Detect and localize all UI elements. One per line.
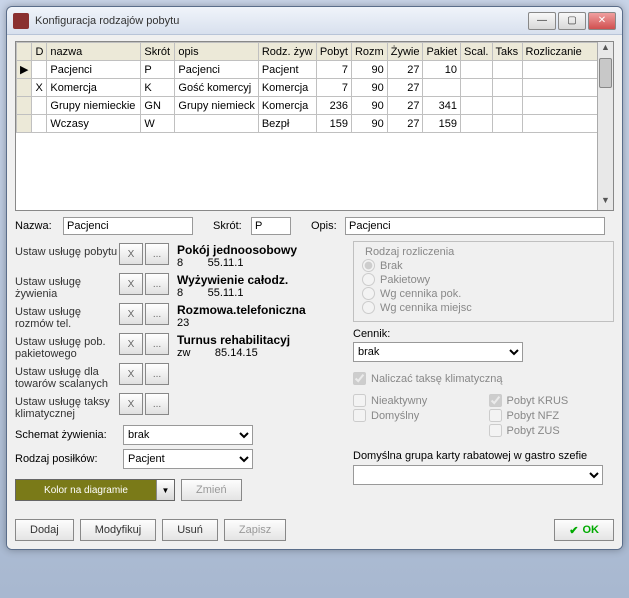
chk-domyslny[interactable]: Domyślny — [353, 409, 479, 422]
svc-taksa-label: Ustaw usługę taksy klimatycznej — [15, 393, 119, 420]
svc-pakiet-clear[interactable]: X — [119, 333, 143, 355]
posilki-select[interactable]: Pacjent — [123, 449, 253, 469]
svc-rozm-label: Ustaw usługę rozmów tel. — [15, 303, 119, 330]
svc-pobyt-label: Ustaw usługę pobytu — [15, 243, 119, 258]
grid-scrollbar[interactable]: ▲ ▼ — [597, 42, 613, 210]
usun-button[interactable]: Usuń — [162, 519, 218, 541]
col-zywie[interactable]: Żywie — [387, 43, 423, 61]
radio-cennik-pok[interactable]: Wg cennika pok. — [362, 287, 605, 300]
col-skrot[interactable]: Skrót — [141, 43, 175, 61]
table-row[interactable]: ▶PacjenciPPacjenciPacjent79027100 — [17, 61, 613, 79]
svc-scal-clear[interactable]: X — [119, 363, 143, 385]
ok-button[interactable]: OK — [554, 519, 614, 541]
taksa-checkbox[interactable]: Naliczać taksę klimatyczną — [353, 372, 614, 385]
svc-scal-label: Ustaw usługę dla towarów scalanych — [15, 363, 119, 390]
chk-krus[interactable]: Pobyt KRUS — [489, 394, 615, 407]
col-pobyt[interactable]: Pobyt — [316, 43, 351, 61]
stay-types-grid[interactable]: D nazwa Skrót opis Rodz. żyw Pobyt Rozm … — [15, 41, 614, 211]
color-swatch: Kolor na diagramie — [16, 480, 156, 500]
schemat-label: Schemat żywienia: — [15, 429, 123, 441]
svc-zyw-title: Wyżywienie całodz. — [177, 273, 345, 287]
svc-zyw-clear[interactable]: X — [119, 273, 143, 295]
window-title: Konfiguracja rodzajów pobytu — [35, 15, 528, 27]
radio-cennik-miejsc[interactable]: Wg cennika miejsc — [362, 301, 605, 314]
svc-rozm-clear[interactable]: X — [119, 303, 143, 325]
zapisz-button[interactable]: Zapisz — [224, 519, 286, 541]
svc-scal-pick[interactable]: ... — [145, 363, 169, 385]
col-pakiet[interactable]: Pakiet — [423, 43, 461, 61]
minimize-button[interactable]: — — [528, 12, 556, 30]
radio-brak[interactable]: Brak — [362, 259, 605, 272]
col-taks[interactable]: Taks — [492, 43, 522, 61]
col-nazwa[interactable]: nazwa — [47, 43, 141, 61]
dodaj-button[interactable]: Dodaj — [15, 519, 74, 541]
dialog-window: Konfiguracja rodzajów pobytu — ▢ ✕ D naz… — [6, 6, 623, 550]
schemat-select[interactable]: brak — [123, 425, 253, 445]
color-change-button[interactable]: Zmień — [181, 479, 242, 501]
svc-pakiet-title: Turnus rehabilitacyj — [177, 333, 345, 347]
maximize-button[interactable]: ▢ — [558, 12, 586, 30]
svc-rozm-title: Rozmowa.telefoniczna — [177, 303, 345, 317]
scroll-thumb[interactable] — [599, 58, 612, 88]
svc-taksa-clear[interactable]: X — [119, 393, 143, 415]
col-d[interactable]: D — [32, 43, 47, 61]
cennik-select[interactable]: brak — [353, 342, 523, 362]
radio-pakietowy[interactable]: Pakietowy — [362, 273, 605, 286]
scroll-down-icon[interactable]: ▼ — [598, 195, 613, 210]
rozliczenie-group: Rodzaj rozliczenia Brak Pakietowy Wg cen… — [353, 241, 614, 322]
app-icon — [13, 13, 29, 29]
svc-pobyt-pick[interactable]: ... — [145, 243, 169, 265]
svc-zyw-label: Ustaw usługę żywienia — [15, 273, 119, 300]
chk-zus[interactable]: Pobyt ZUS — [489, 424, 615, 437]
svc-zyw-pick[interactable]: ... — [145, 273, 169, 295]
opis-input[interactable] — [345, 217, 605, 235]
cennik-label: Cennik: — [353, 328, 614, 340]
posilki-label: Rodzaj posiłków: — [15, 453, 123, 465]
gastro-label: Domyślna grupa karty rabatowej w gastro … — [353, 450, 614, 462]
chk-nfz[interactable]: Pobyt NFZ — [489, 409, 615, 422]
opis-label: Opis: — [311, 220, 341, 232]
col-scal[interactable]: Scal. — [461, 43, 492, 61]
col-rozm[interactable]: Rozm — [351, 43, 387, 61]
scroll-up-icon[interactable]: ▲ — [598, 42, 613, 57]
titlebar[interactable]: Konfiguracja rodzajów pobytu — ▢ ✕ — [7, 7, 622, 35]
svc-pobyt-title: Pokój jednoosobowy — [177, 243, 345, 257]
svc-rozm-pick[interactable]: ... — [145, 303, 169, 325]
svc-pakiet-pick[interactable]: ... — [145, 333, 169, 355]
svc-pobyt-clear[interactable]: X — [119, 243, 143, 265]
nazwa-label: Nazwa: — [15, 220, 59, 232]
col-opis[interactable]: opis — [175, 43, 258, 61]
close-button[interactable]: ✕ — [588, 12, 616, 30]
chevron-down-icon[interactable]: ▼ — [156, 480, 174, 500]
table-row[interactable]: Grupy niemieckieGNGrupy niemieckKomercja… — [17, 97, 613, 115]
rozliczenie-title: Rodzaj rozliczenia — [362, 246, 457, 258]
table-row[interactable]: WczasyWBezpł15990271590 — [17, 115, 613, 133]
gastro-select[interactable] — [353, 465, 603, 485]
col-rodzzyw[interactable]: Rodz. żyw — [258, 43, 316, 61]
skrot-input[interactable] — [251, 217, 291, 235]
modyfikuj-button[interactable]: Modyfikuj — [80, 519, 156, 541]
chk-nieaktywny[interactable]: Nieaktywny — [353, 394, 479, 407]
skrot-label: Skrót: — [213, 220, 247, 232]
table-row[interactable]: XKomercjaKGość komercyjKomercja790270 — [17, 79, 613, 97]
svc-taksa-pick[interactable]: ... — [145, 393, 169, 415]
color-picker[interactable]: Kolor na diagramie ▼ — [15, 479, 175, 501]
svc-pakiet-label: Ustaw usługę pob. pakietowego — [15, 333, 119, 360]
nazwa-input[interactable] — [63, 217, 193, 235]
